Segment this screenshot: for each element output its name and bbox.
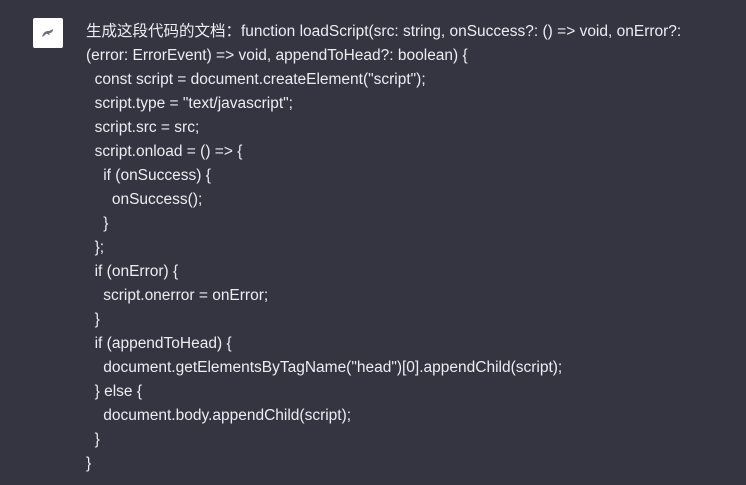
message-line: document.body.appendChild(script);	[86, 407, 352, 424]
message-line: (error: ErrorEvent) => void, appendToHea…	[86, 47, 468, 64]
message-line: script.type = "text/javascript";	[86, 95, 293, 112]
message-text: 生成这段代码的文档：function loadScript(src: strin…	[86, 20, 736, 476]
message-line: }	[86, 311, 100, 328]
message-line: script.src = src;	[86, 119, 200, 136]
message-line: } else {	[86, 383, 143, 400]
message-line: if (onError) {	[86, 263, 179, 280]
message-line: document.getElementsByTagName("head")[0]…	[86, 359, 563, 376]
message-line: onSuccess();	[86, 191, 203, 208]
message-line: script.onload = () => {	[86, 143, 243, 160]
message-line: script.onerror = onError;	[86, 287, 269, 304]
message-line: if (appendToHead) {	[86, 335, 232, 352]
message-line: 生成这段代码的文档：function loadScript(src: strin…	[86, 23, 682, 40]
message-line: }	[86, 455, 92, 472]
message-line: if (onSuccess) {	[86, 167, 211, 184]
message-line: };	[86, 239, 105, 256]
message-line: }	[86, 215, 109, 232]
message-line: const script = document.createElement("s…	[86, 71, 426, 88]
user-avatar	[33, 18, 63, 48]
user-message: 生成这段代码的文档：function loadScript(src: strin…	[0, 0, 746, 485]
message-line: }	[86, 431, 100, 448]
user-avatar-icon	[42, 29, 53, 37]
